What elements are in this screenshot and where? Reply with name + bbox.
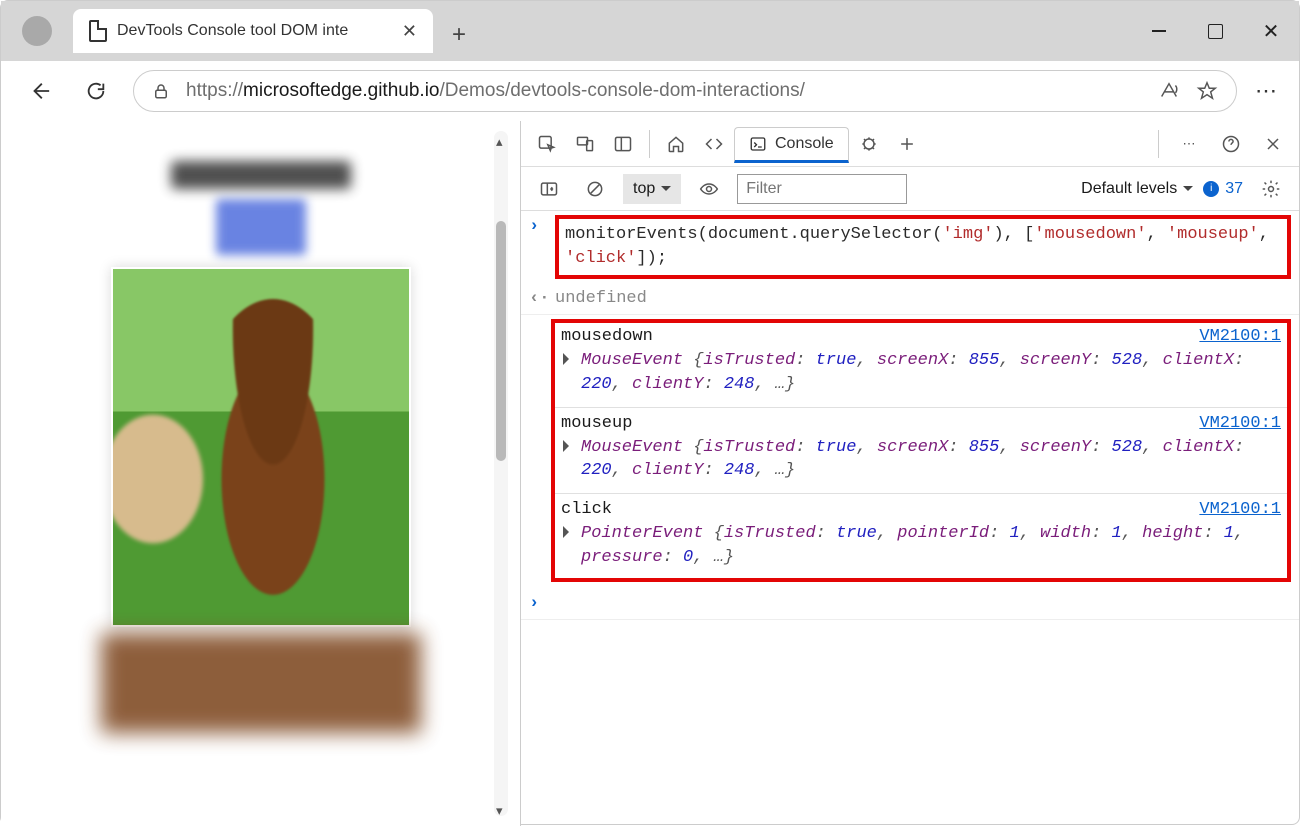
console-command: monitorEvents(document.querySelector('im… <box>555 215 1291 279</box>
console-tab[interactable]: Console <box>734 127 849 163</box>
elements-tab-icon[interactable] <box>696 126 732 162</box>
expand-triangle-icon[interactable] <box>563 440 575 452</box>
console-settings-icon[interactable] <box>1253 171 1289 207</box>
devtools-more-icon[interactable]: ⋯ <box>1171 126 1207 162</box>
console-command-row: › monitorEvents(document.querySelector('… <box>521 211 1299 283</box>
devtools-close-icon[interactable] <box>1255 126 1291 162</box>
favorite-icon[interactable] <box>1196 80 1218 102</box>
console-event-entry: mousedown VM2100:1MouseEvent {isTrusted: … <box>555 323 1287 404</box>
devtools-tabstrip: Console ⋯ <box>521 121 1299 167</box>
dock-side-icon[interactable] <box>605 126 641 162</box>
browser-menu-button[interactable]: ⋯ <box>1255 78 1279 104</box>
event-name: click <box>561 500 612 519</box>
page-links-blurred <box>216 199 306 255</box>
url-text: https://microsoftedge.github.io/Demos/de… <box>186 80 1142 102</box>
input-chevron-icon: › <box>529 215 547 279</box>
console-event-entry: click VM2100:1PointerEvent {isTrusted: tr… <box>555 496 1287 577</box>
devtools-help-icon[interactable] <box>1213 126 1249 162</box>
event-source-link[interactable]: VM2100:1 <box>1199 412 1281 436</box>
console-sidebar-toggle-icon[interactable] <box>531 171 567 207</box>
profile-button[interactable] <box>1 1 73 61</box>
issues-count[interactable]: i37 <box>1203 180 1243 198</box>
event-object[interactable]: MouseEvent {isTrusted: true, screenX: 85… <box>561 349 1281 397</box>
expand-triangle-icon[interactable] <box>563 526 575 538</box>
console-return-value: undefined <box>555 287 1291 311</box>
minimize-button[interactable] <box>1131 1 1187 61</box>
console-tab-label: Console <box>775 135 834 153</box>
event-name: mousedown <box>561 327 653 346</box>
event-source-link[interactable]: VM2100:1 <box>1199 498 1281 522</box>
log-levels-selector[interactable]: Default levels <box>1081 180 1193 198</box>
tab-close-icon[interactable]: ✕ <box>402 21 417 42</box>
inspect-element-icon[interactable] <box>529 126 565 162</box>
console-events-group: mousedownVM2100:1MouseEvent {isTrusted: … <box>551 319 1291 581</box>
read-aloud-icon[interactable] <box>1158 80 1180 102</box>
content-split: ▴ ▾ Console ⋯ <box>1 121 1299 826</box>
maximize-button[interactable] <box>1187 1 1243 61</box>
device-emulation-icon[interactable] <box>567 126 603 162</box>
console-filter-input[interactable] <box>737 174 907 204</box>
window-controls: ✕ <box>1131 1 1299 61</box>
lock-icon <box>152 81 170 101</box>
console-prompt-row[interactable]: › <box>521 588 1299 621</box>
back-button[interactable] <box>21 72 59 110</box>
console-toolbar: top Default levels i37 <box>521 167 1299 211</box>
more-tabs-icon[interactable] <box>889 126 925 162</box>
page-image-below-blurred <box>101 633 421 733</box>
console-output[interactable]: › monitorEvents(document.querySelector('… <box>521 211 1299 826</box>
page-heading-blurred <box>171 161 351 189</box>
console-return-row: ‹· undefined <box>521 283 1299 316</box>
page-icon <box>89 20 107 42</box>
event-object[interactable]: MouseEvent {isTrusted: true, screenX: 85… <box>561 436 1281 484</box>
live-expression-icon[interactable] <box>691 171 727 207</box>
issues-tab-icon[interactable] <box>851 126 887 162</box>
tab-title: DevTools Console tool DOM inte <box>117 22 392 40</box>
devtools-panel: Console ⋯ top Default levels i37 <box>521 121 1299 826</box>
refresh-button[interactable] <box>77 72 115 110</box>
expand-triangle-icon[interactable] <box>563 353 575 365</box>
page-scrollbar[interactable]: ▴ ▾ <box>494 131 508 816</box>
return-chevron-icon: ‹· <box>529 287 547 311</box>
avatar-icon <box>22 16 52 46</box>
event-source-link[interactable]: VM2100:1 <box>1199 325 1281 349</box>
prompt-chevron-icon: › <box>529 592 547 616</box>
toolbar: https://microsoftedge.github.io/Demos/de… <box>1 61 1299 121</box>
browser-tab[interactable]: DevTools Console tool DOM inte ✕ <box>73 9 433 53</box>
new-tab-button[interactable]: + <box>433 9 485 61</box>
clear-console-icon[interactable] <box>577 171 613 207</box>
address-bar[interactable]: https://microsoftedge.github.io/Demos/de… <box>133 70 1237 112</box>
execution-context-selector[interactable]: top <box>623 174 681 204</box>
titlebar: DevTools Console tool DOM inte ✕ + ✕ <box>1 1 1299 61</box>
event-name: mouseup <box>561 414 632 433</box>
event-object[interactable]: PointerEvent {isTrusted: true, pointerId… <box>561 522 1281 570</box>
close-window-button[interactable]: ✕ <box>1243 1 1299 61</box>
rendered-page[interactable]: ▴ ▾ <box>1 121 521 826</box>
console-prompt-input[interactable] <box>555 592 1291 616</box>
console-event-entry: mouseup VM2100:1MouseEvent {isTrusted: tr… <box>555 410 1287 491</box>
welcome-tab-icon[interactable] <box>658 126 694 162</box>
page-image[interactable] <box>111 267 411 627</box>
scrollbar-thumb[interactable] <box>496 221 506 461</box>
